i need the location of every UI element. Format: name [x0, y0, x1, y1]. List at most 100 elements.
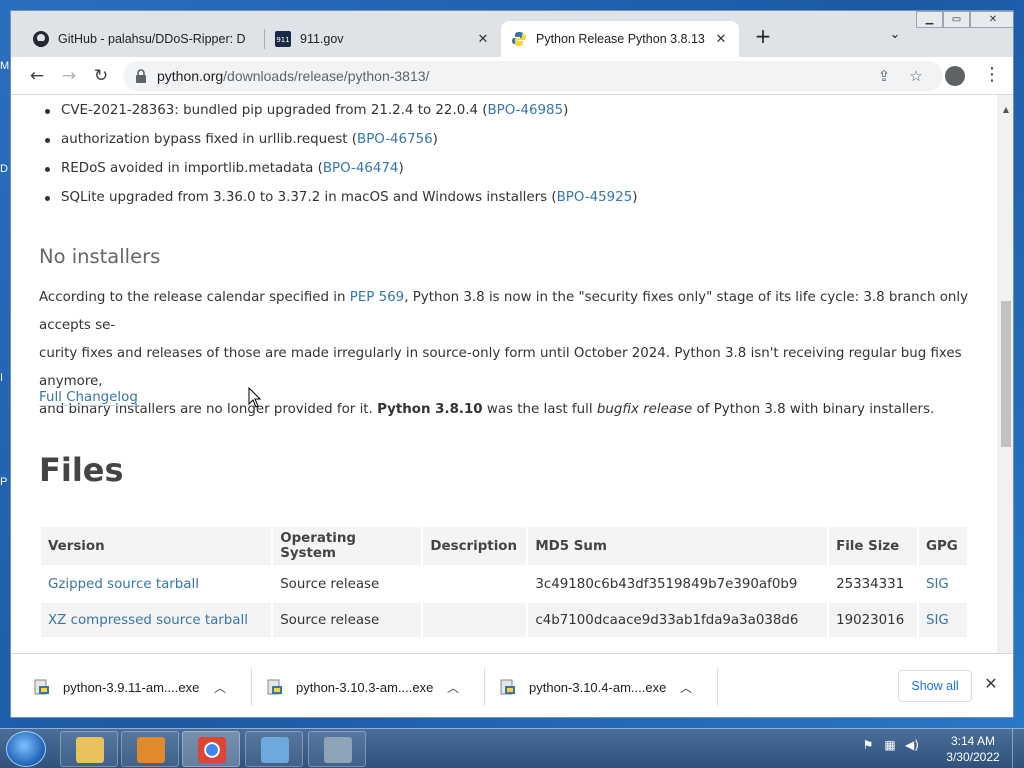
sig-link[interactable]: SIG	[926, 577, 949, 592]
page-viewport: CVE-2021-28363: bundled pip upgraded fro…	[11, 95, 997, 653]
desktop-icon-label[interactable]: D	[0, 163, 8, 175]
taskbar-media-player-button[interactable]	[121, 731, 179, 767]
volume-icon[interactable]: ◀)	[904, 737, 920, 753]
new-tab-button[interactable]: +	[751, 25, 775, 49]
tab-title: 911.gov	[300, 32, 344, 46]
column-header: Description	[423, 527, 527, 565]
release-paragraph: According to the release calendar specif…	[39, 290, 969, 417]
bookmark-star-icon[interactable]: ☆	[907, 67, 925, 85]
tab-github[interactable]: GitHub - palahsu/DDoS-Ripper: D	[23, 21, 263, 57]
mouse-cursor-icon	[248, 387, 262, 408]
close-tab-icon[interactable]: ✕	[475, 31, 491, 47]
browser-toolbar: ← → ↻ python.org/downloads/release/pytho…	[11, 57, 1013, 95]
download-item[interactable]: python-3.9.11-am....exe ︿	[11, 664, 244, 710]
size-cell: 19023016	[829, 603, 917, 637]
svg-text:911: 911	[276, 36, 289, 44]
start-button[interactable]	[6, 731, 46, 767]
chevron-up-icon[interactable]: ︿	[443, 679, 463, 696]
chevron-up-icon[interactable]: ︿	[210, 679, 230, 696]
reload-icon[interactable]: ↻	[89, 64, 113, 88]
minimize-icon[interactable]: ▁	[916, 11, 943, 28]
sig-link[interactable]: SIG	[926, 613, 949, 628]
network-icon[interactable]: ▦	[882, 737, 898, 753]
download-filename: python-3.9.11-am....exe	[63, 679, 200, 695]
taskbar: ⚑ ▦ ◀) 3:14 AM 3/30/2022	[0, 728, 1024, 768]
taskbar-control-panel-button[interactable]	[245, 731, 303, 767]
scrollbar-thumb[interactable]	[1001, 301, 1011, 447]
tab-search-chevron-icon[interactable]: ⌄	[885, 27, 905, 47]
download-separator	[717, 668, 718, 706]
close-downloads-icon[interactable]: ✕	[983, 676, 999, 692]
os-cell: Source release	[273, 603, 422, 637]
column-header: Operating System	[273, 527, 422, 565]
folder-icon	[76, 737, 104, 763]
pep-link[interactable]: PEP 569	[350, 290, 404, 305]
column-header: Version	[41, 527, 272, 565]
full-changelog-link[interactable]: Full Changelog	[39, 390, 138, 406]
download-filename: python-3.10.4-am....exe	[529, 679, 667, 695]
table-row: Gzipped source tarball Source release 3c…	[41, 567, 967, 601]
911-icon: 911	[275, 31, 291, 47]
bpo-link[interactable]: BPO-46756	[357, 132, 433, 147]
desktop-icon-label[interactable]: M	[0, 60, 9, 72]
chevron-up-icon[interactable]: ︿	[676, 679, 696, 696]
taskbar-explorer-button[interactable]	[60, 731, 118, 767]
tab-911[interactable]: 911 911.gov ✕	[265, 21, 501, 57]
back-icon[interactable]: ←	[25, 64, 49, 88]
no-installers-heading: No installers	[39, 245, 161, 268]
size-cell: 25334331	[829, 567, 917, 601]
tab-strip: GitHub - palahsu/DDoS-Ripper: D 911 911.…	[11, 11, 1013, 57]
list-item: CVE-2021-28363: bundled pip upgraded fro…	[45, 101, 637, 130]
vertical-scrollbar[interactable]: ▲ ▼	[997, 95, 1013, 662]
installer-file-icon	[267, 679, 282, 695]
action-center-icon[interactable]: ⚑	[860, 737, 876, 753]
tab-python-release[interactable]: Python Release Python 3.8.13 | Py ✕	[501, 21, 739, 57]
download-item[interactable]: python-3.10.3-am....exe ︿	[244, 664, 477, 710]
system-tray: ⚑ ▦ ◀)	[860, 737, 920, 753]
desktop-icon-label[interactable]: P	[0, 476, 7, 488]
taskbar-installer-button[interactable]	[308, 731, 366, 767]
chrome-icon	[198, 737, 226, 763]
share-icon[interactable]: ⇪	[875, 67, 893, 85]
md5-cell: c4b7100dcaace9d33ab1fda9a3a038d6	[528, 603, 828, 637]
control-panel-icon	[261, 737, 289, 763]
column-header: GPG	[918, 527, 967, 565]
table-row: XZ compressed source tarball Source rele…	[41, 603, 967, 637]
description-cell	[423, 603, 527, 637]
os-cell: Source release	[273, 567, 422, 601]
tab-title: Python Release Python 3.8.13 | Py	[536, 32, 707, 46]
description-cell	[423, 567, 527, 601]
profile-avatar-icon[interactable]	[945, 66, 965, 86]
column-header: File Size	[829, 527, 917, 565]
url-text: python.org/downloads/release/python-3813…	[157, 68, 430, 84]
table-header-row: Version Operating System Description MD5…	[41, 527, 967, 565]
version-link[interactable]: Gzipped source tarball	[48, 577, 199, 592]
md5-cell: 3c49180c6b43df3519849b7e390af0b9	[528, 567, 828, 601]
download-item[interactable]: python-3.10.4-am....exe ︿	[477, 664, 710, 710]
show-all-button[interactable]: Show all	[898, 670, 972, 702]
version-link[interactable]: XZ compressed source tarball	[48, 613, 248, 628]
column-header: MD5 Sum	[528, 527, 828, 565]
address-bar[interactable]: python.org/downloads/release/python-3813…	[123, 61, 943, 91]
taskbar-chrome-button[interactable]	[182, 731, 240, 767]
bpo-link[interactable]: BPO-46985	[487, 103, 563, 118]
installer-icon	[324, 737, 352, 763]
maximize-icon[interactable]: ▭	[943, 11, 970, 28]
bpo-link[interactable]: BPO-45925	[557, 190, 633, 205]
changes-list: CVE-2021-28363: bundled pip upgraded fro…	[45, 101, 637, 217]
show-desktop-button[interactable]	[1012, 729, 1024, 768]
list-item: REDoS avoided in importlib.metadata (BPO…	[45, 159, 637, 188]
python-icon	[511, 31, 527, 47]
bpo-link[interactable]: BPO-46474	[323, 161, 399, 176]
close-tab-icon[interactable]: ✕	[713, 31, 729, 47]
media-player-icon	[137, 737, 165, 763]
files-heading: Files	[39, 451, 124, 489]
menu-kebab-icon[interactable]: ⋮	[983, 65, 1001, 87]
close-window-icon[interactable]: ✕	[970, 11, 1013, 28]
tab-title: GitHub - palahsu/DDoS-Ripper: D	[58, 32, 246, 46]
desktop-icon-label[interactable]: I	[0, 372, 3, 384]
scroll-up-icon[interactable]: ▲	[1001, 105, 1011, 115]
download-filename: python-3.10.3-am....exe	[296, 679, 434, 695]
clock[interactable]: 3:14 AM 3/30/2022	[946, 733, 1000, 765]
forward-icon[interactable]: →	[57, 64, 81, 88]
